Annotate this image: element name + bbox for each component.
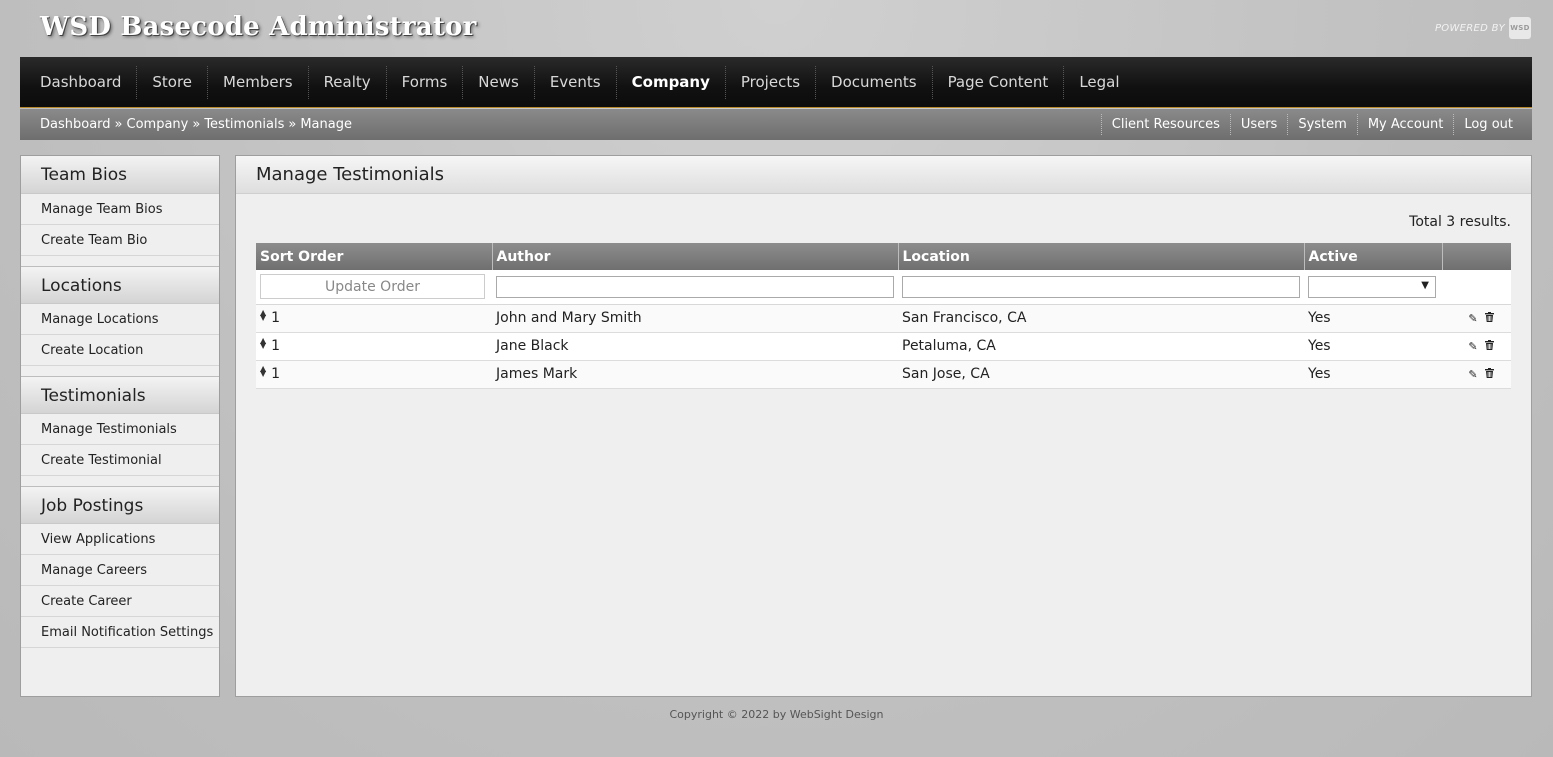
- powered-by: POWERED BY WSD: [1435, 17, 1531, 39]
- active-cell: Yes: [1304, 304, 1442, 333]
- results-total: Total 3 results.: [1409, 214, 1511, 230]
- nav-item-legal[interactable]: Legal: [1064, 66, 1134, 99]
- sidebar-section-testimonials: Testimonials: [21, 376, 219, 414]
- testimonials-table: Sort Order Author Location Active Update Or…: [256, 243, 1511, 389]
- sort-order-value: 1: [271, 310, 281, 326]
- nav-item-page-content[interactable]: Page Content: [933, 65, 1065, 99]
- active-filter-select[interactable]: ▼: [1308, 275, 1436, 298]
- sidebar-section-job-postings: Job Postings: [21, 486, 219, 524]
- wsd-logo: WSD: [1509, 17, 1531, 39]
- sort-arrows-icon[interactable]: ▲ ▼: [260, 337, 266, 350]
- column-header-author[interactable]: Author: [492, 243, 899, 270]
- sort-cell: ▲ ▼ 1: [260, 337, 488, 355]
- nav-item-store[interactable]: Store: [137, 65, 209, 99]
- author-cell: Jane Black: [492, 332, 898, 361]
- table-row: ▲ ▼ 1 John and Mary Smith San Francisco, CA Y…: [256, 304, 1511, 333]
- table-row: ▲ ▼ 1 James Mark San Jose, CA Yes ✎: [256, 360, 1511, 389]
- table-header-row: Sort Order Author Location Active: [256, 243, 1511, 270]
- sort-order-cell: ▲ ▼ 1: [256, 304, 492, 333]
- sidebar-section-team-bios: Team Bios: [21, 156, 219, 194]
- column-header-sort-order[interactable]: Sort Order: [256, 243, 493, 270]
- sort-arrows-icon[interactable]: ▲ ▼: [260, 365, 266, 378]
- util-link-log-out[interactable]: Log out: [1453, 114, 1513, 135]
- sort-cell: ▲ ▼ 1: [260, 309, 488, 327]
- breadcrumb-item-dashboard[interactable]: Dashboard: [40, 117, 111, 132]
- main-panel: Manage Testimonials Total 3 results. Sor…: [235, 155, 1532, 697]
- sidebar-item-view-applications[interactable]: View Applications: [21, 524, 219, 555]
- author-filter-input[interactable]: [496, 276, 894, 298]
- sidebar-item-email-notification-settings[interactable]: Email Notification Settings: [21, 617, 219, 648]
- sidebar-item-create-location[interactable]: Create Location: [21, 335, 219, 366]
- active-cell: Yes: [1304, 332, 1442, 361]
- nav-item-dashboard[interactable]: Dashboard: [25, 65, 138, 99]
- location-filter-input[interactable]: [902, 276, 1300, 298]
- pencil-icon[interactable]: ✎: [1465, 312, 1481, 325]
- nav-item-forms[interactable]: Forms: [387, 65, 464, 99]
- sort-cell: ▲ ▼ 1: [260, 365, 488, 383]
- nav-item-documents[interactable]: Documents: [816, 65, 933, 99]
- app-title: WSD Basecode Administrator: [40, 12, 477, 42]
- author-cell: James Mark: [492, 360, 898, 389]
- chevron-down-icon: ▼: [1421, 279, 1429, 291]
- sidebar-item-manage-team-bios[interactable]: Manage Team Bios: [21, 194, 219, 225]
- breadcrumb-item-testimonials[interactable]: Testimonials: [204, 117, 284, 132]
- row-actions: ✎: [1442, 304, 1511, 333]
- location-cell: San Francisco, CA: [898, 304, 1304, 333]
- sidebar-item-manage-testimonials[interactable]: Manage Testimonials: [21, 414, 219, 445]
- page-title: Manage Testimonials: [236, 156, 1531, 194]
- sort-order-value: 1: [271, 338, 281, 354]
- filter-row: Update Order ▼: [256, 270, 1511, 305]
- column-header-actions[interactable]: [1442, 243, 1511, 270]
- nav-item-realty[interactable]: Realty: [309, 65, 387, 99]
- sort-arrows-icon[interactable]: ▲ ▼: [260, 309, 266, 322]
- sort-order-cell: ▲ ▼ 1: [256, 360, 492, 389]
- main-nav: Dashboard Store Members Realty Forms News Even…: [20, 57, 1532, 108]
- nav-item-members[interactable]: Members: [208, 65, 309, 99]
- author-cell: John and Mary Smith: [492, 304, 898, 333]
- breadcrumb-separator: »: [288, 117, 297, 132]
- pencil-icon[interactable]: ✎: [1465, 368, 1481, 381]
- sidebar-item-manage-locations[interactable]: Manage Locations: [21, 304, 219, 335]
- sidebar-section-locations: Locations: [21, 266, 219, 304]
- sidebar-item-create-team-bio[interactable]: Create Team Bio: [21, 225, 219, 256]
- breadcrumb-separator: »: [114, 117, 123, 132]
- util-link-my-account[interactable]: My Account: [1356, 114, 1454, 135]
- trash-icon[interactable]: [1481, 368, 1497, 381]
- column-header-active[interactable]: Active: [1304, 243, 1443, 270]
- breadcrumb-item-company[interactable]: Company: [127, 117, 189, 132]
- active-cell: Yes: [1304, 360, 1442, 389]
- sub-bar: Dashboard» Company» Testimonials» Manage Cl…: [20, 109, 1532, 140]
- utility-links: Client Resources Users System My Account Log…: [1100, 114, 1513, 135]
- nav-item-company[interactable]: Company: [617, 65, 726, 99]
- util-link-users[interactable]: Users: [1229, 114, 1287, 135]
- column-header-location[interactable]: Location: [898, 243, 1305, 270]
- sidebar-item-create-testimonial[interactable]: Create Testimonial: [21, 445, 219, 476]
- sidebar: Team Bios Manage Team Bios Create Team Bio…: [20, 155, 220, 697]
- nav-item-news[interactable]: News: [463, 65, 535, 99]
- footer-copyright: Copyright © 2022 by WebSight Design: [669, 708, 884, 721]
- location-cell: Petaluma, CA: [898, 332, 1304, 361]
- breadcrumb-item-manage: Manage: [300, 117, 352, 132]
- util-link-system[interactable]: System: [1287, 114, 1356, 135]
- trash-icon[interactable]: [1481, 340, 1497, 353]
- row-actions: ✎: [1442, 332, 1511, 361]
- powered-by-label: POWERED BY: [1434, 22, 1505, 34]
- util-link-client-resources[interactable]: Client Resources: [1100, 114, 1230, 135]
- breadcrumb: Dashboard» Company» Testimonials» Manage: [40, 117, 352, 132]
- trash-icon[interactable]: [1481, 312, 1497, 325]
- sidebar-item-manage-careers[interactable]: Manage Careers: [21, 555, 219, 586]
- nav-item-projects[interactable]: Projects: [726, 65, 817, 99]
- pencil-icon[interactable]: ✎: [1465, 340, 1481, 353]
- table-row: ▲ ▼ 1 Jane Black Petaluma, CA Yes ✎: [256, 332, 1511, 361]
- row-actions: ✎: [1442, 360, 1511, 389]
- breadcrumb-separator: »: [192, 117, 201, 132]
- update-order-button[interactable]: Update Order: [260, 274, 485, 300]
- location-cell: San Jose, CA: [898, 360, 1304, 389]
- sidebar-item-create-career[interactable]: Create Career: [21, 586, 219, 617]
- sort-order-cell: ▲ ▼ 1: [256, 332, 492, 361]
- sort-order-value: 1: [271, 366, 281, 382]
- nav-item-events[interactable]: Events: [535, 65, 617, 99]
